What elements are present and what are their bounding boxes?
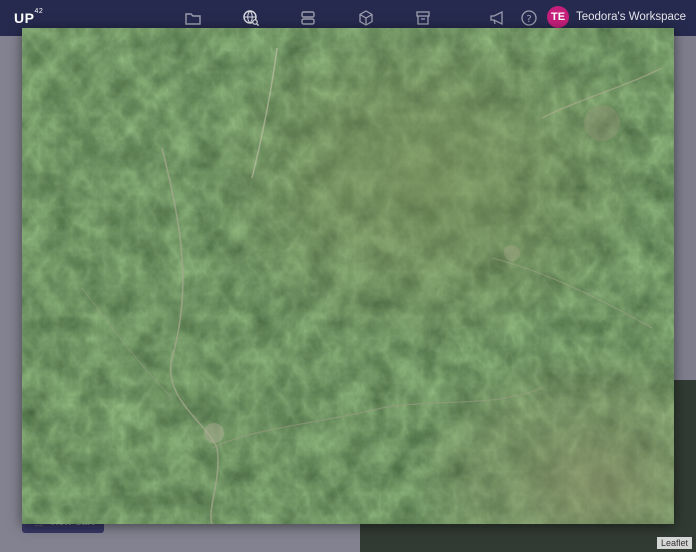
database-icon[interactable] (299, 9, 317, 27)
map-attribution-link[interactable]: Leaflet (656, 537, 692, 549)
cube-icon[interactable] (357, 9, 375, 27)
workspace-name[interactable]: Teodora's Workspace (576, 11, 686, 23)
globe-search-icon[interactable] (242, 9, 260, 27)
archive-icon[interactable] (414, 9, 432, 27)
workspace-avatar[interactable]: TE (547, 6, 569, 28)
svg-text:?: ? (526, 14, 531, 25)
help-icon[interactable]: ? (520, 9, 538, 27)
app-logo[interactable]: UP42 (14, 8, 43, 26)
megaphone-icon[interactable] (488, 9, 506, 27)
satellite-imagery (22, 28, 674, 524)
folder-icon[interactable] (184, 9, 202, 27)
satellite-image-preview[interactable]: Leaflet (22, 28, 674, 524)
